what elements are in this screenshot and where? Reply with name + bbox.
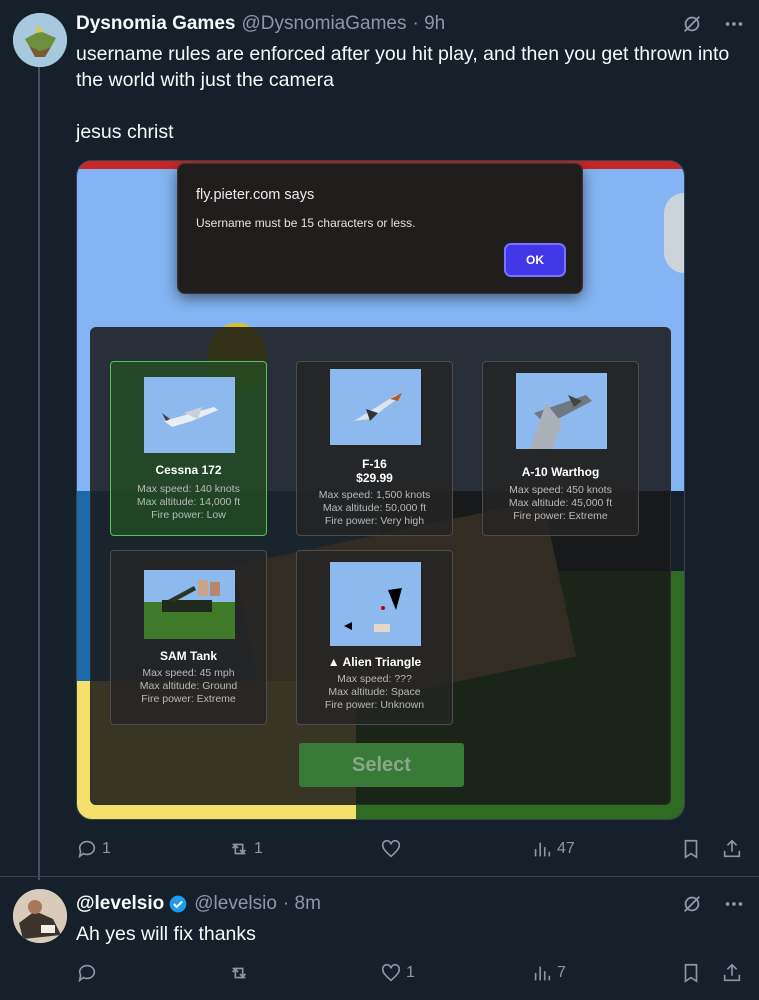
plane-speed: Max speed: 450 knots <box>509 484 612 496</box>
reply-count: 1 <box>102 840 111 857</box>
verified-badge-icon <box>169 895 187 913</box>
views-icon <box>534 966 551 981</box>
tweet-text: Ah yes will fix thanks <box>76 923 256 945</box>
alien-triangle-thumbnail <box>330 562 421 646</box>
reply-action[interactable] <box>76 962 102 984</box>
plane-name: ▲ Alien Triangle <box>327 655 422 669</box>
plane-name: Cessna 172 <box>155 463 222 477</box>
browser-alert-dialog: fly.pieter.com says Username must be 15 … <box>177 163 583 294</box>
retweet-icon <box>231 843 247 855</box>
plane-name: F-16 <box>362 457 387 471</box>
plane-name: A-10 Warthog <box>521 465 600 479</box>
grok-icon[interactable] <box>681 13 703 35</box>
tweet-media-image[interactable]: fly.pieter.com says Username must be 15 … <box>76 160 685 820</box>
plane-altitude: Max altitude: 50,000 ft <box>322 502 427 514</box>
plane-speed: Max speed: 140 knots <box>137 483 240 495</box>
tweet-divider <box>0 876 759 877</box>
views-action[interactable]: 47 <box>531 838 575 860</box>
heart-icon <box>381 839 401 858</box>
blimp <box>664 193 684 273</box>
author-handle[interactable]: @levelsio <box>194 893 277 915</box>
f16-thumbnail <box>330 369 421 445</box>
like-action[interactable] <box>380 838 406 860</box>
timestamp[interactable]: · 9h <box>412 13 445 35</box>
tweet-top-icons <box>681 13 745 35</box>
plane-card-f16[interactable]: F-16 $29.99 Max speed: 1,500 knots Max a… <box>296 361 453 536</box>
more-options-icon[interactable] <box>723 13 745 35</box>
reply-icon <box>78 964 96 983</box>
tweet-actions: 1 7 <box>76 962 745 986</box>
plane-speed: Max speed: ??? <box>337 673 412 685</box>
plane-speed: Max speed: 1,500 knots <box>318 489 431 501</box>
timestamp[interactable]: · 8m <box>283 893 321 915</box>
cessna-thumbnail <box>144 377 235 453</box>
like-count: 1 <box>406 964 415 981</box>
plane-firepower: Fire power: Unknown <box>324 699 425 711</box>
plane-firepower: Fire power: Very high <box>324 515 425 527</box>
ok-button[interactable]: OK <box>504 243 566 277</box>
grok-icon[interactable] <box>681 893 703 915</box>
plane-firepower: Fire power: Low <box>151 509 226 521</box>
a10-thumbnail <box>516 373 607 449</box>
share-icon <box>723 839 741 858</box>
dialog-message: Username must be 15 characters or less. <box>196 216 416 230</box>
bookmark-icon <box>684 839 698 859</box>
plane-card-cessna[interactable]: Cessna 172 Max speed: 140 knots Max alti… <box>110 361 267 536</box>
plane-firepower: Fire power: Extreme <box>513 510 608 522</box>
plane-altitude: Max altitude: 14,000 ft <box>136 496 241 508</box>
share-action[interactable] <box>721 838 743 860</box>
dialog-title: fly.pieter.com says <box>196 187 315 203</box>
reply-action[interactable]: 1 <box>76 838 111 860</box>
tweet-header: Dysnomia Games @DysnomiaGames · 9h <box>76 13 445 35</box>
more-options-icon[interactable] <box>723 893 745 915</box>
heart-icon <box>381 963 401 982</box>
tweet-text-line: jesus christ <box>76 121 174 143</box>
plane-card-alien-triangle[interactable]: ▲ Alien Triangle Max speed: ??? Max alti… <box>296 550 453 725</box>
retweet-action[interactable] <box>228 962 254 984</box>
plane-altitude: Max altitude: Ground <box>139 680 238 692</box>
plane-card-a10[interactable]: A-10 Warthog Max speed: 450 knots Max al… <box>482 361 639 536</box>
views-count: 7 <box>557 964 566 981</box>
tweet-text: username rules are enforced after you hi… <box>76 41 736 171</box>
avatar[interactable] <box>13 889 67 943</box>
plane-price: $29.99 <box>356 471 393 485</box>
bookmark-action[interactable] <box>680 962 702 984</box>
tweet-top-icons <box>681 893 745 915</box>
author-name[interactable]: Dysnomia Games <box>76 13 235 35</box>
thread-connector-line <box>38 62 40 880</box>
retweet-count: 1 <box>254 840 263 857</box>
reply-icon <box>78 840 96 859</box>
retweet-action[interactable]: 1 <box>228 838 263 860</box>
share-action[interactable] <box>721 962 743 984</box>
plane-speed: Max speed: 45 mph <box>142 667 235 679</box>
plane-card-sam-tank[interactable]: SAM Tank Max speed: 45 mph Max altitude:… <box>110 550 267 725</box>
sam-tank-thumbnail <box>144 570 235 639</box>
tweet-header: @levelsio @levelsio · 8m <box>76 893 321 915</box>
views-action[interactable]: 7 <box>531 962 566 984</box>
bookmark-icon <box>684 963 698 983</box>
select-button[interactable]: Select <box>299 743 464 787</box>
plane-altitude: Max altitude: Space <box>328 686 421 698</box>
author-handle[interactable]: @DysnomiaGames <box>241 13 406 35</box>
plane-select-panel: Cessna 172 Max speed: 140 knots Max alti… <box>90 327 671 805</box>
plane-firepower: Fire power: Extreme <box>141 693 236 705</box>
tweet-text-line: username rules are enforced after you hi… <box>76 43 730 91</box>
plane-name: SAM Tank <box>159 649 218 663</box>
views-count: 47 <box>557 840 575 857</box>
author-name[interactable]: @levelsio <box>76 893 164 915</box>
bookmark-action[interactable] <box>680 838 702 860</box>
avatar[interactable] <box>13 13 67 67</box>
retweet-icon <box>231 967 247 979</box>
plane-altitude: Max altitude: 45,000 ft <box>508 497 613 509</box>
views-icon <box>534 842 551 857</box>
tweet-actions: 1 1 47 <box>76 838 745 862</box>
like-action[interactable]: 1 <box>380 962 415 984</box>
share-icon <box>723 963 741 982</box>
